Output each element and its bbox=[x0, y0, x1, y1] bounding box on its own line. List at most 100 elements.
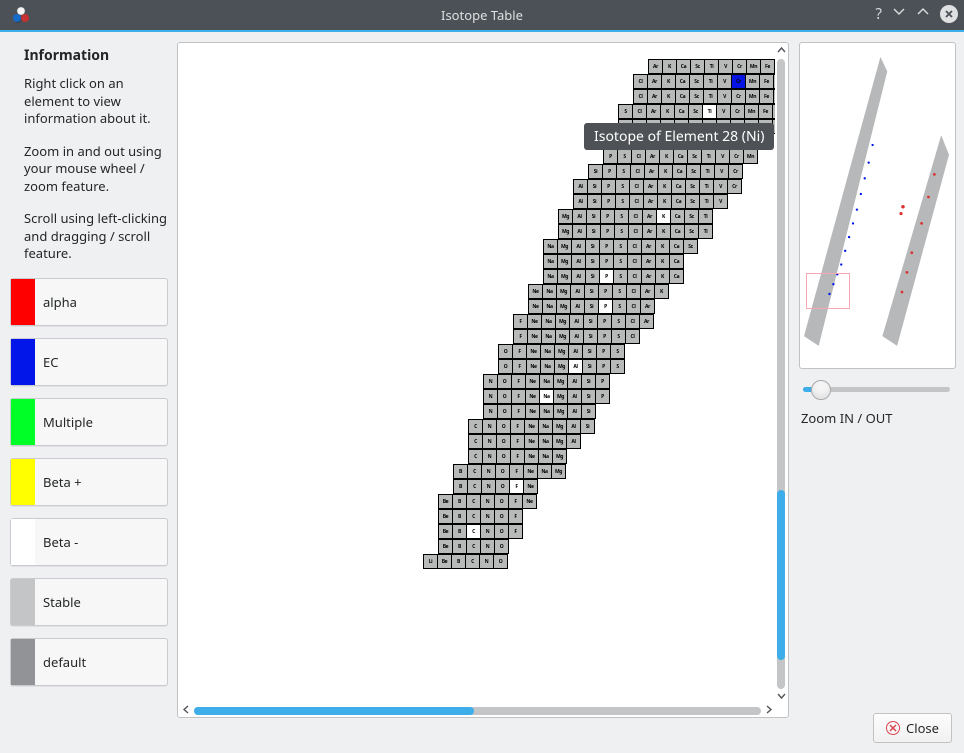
isotope-cell-P[interactable]: P bbox=[597, 314, 612, 329]
isotope-cell-K[interactable]: K bbox=[661, 89, 676, 104]
isotope-cell-Ar[interactable]: Ar bbox=[647, 74, 662, 89]
legend-alpha[interactable]: alpha bbox=[10, 278, 168, 326]
isotope-cell-Al[interactable]: Al bbox=[569, 329, 584, 344]
isotope-cell-Ca[interactable]: Ca bbox=[669, 269, 684, 284]
isotope-cell-Sc[interactable]: Sc bbox=[689, 89, 704, 104]
isotope-cell-Mg[interactable]: Mg bbox=[555, 329, 570, 344]
isotope-cell-Ar[interactable]: Ar bbox=[640, 299, 655, 314]
isotope-cell-Cl[interactable]: Cl bbox=[629, 179, 644, 194]
isotope-cell-S[interactable]: S bbox=[618, 104, 633, 119]
isotope-cell-Cl[interactable]: Cl bbox=[627, 239, 642, 254]
isotope-cell-O[interactable]: O bbox=[495, 479, 510, 494]
isotope-cell-F[interactable]: F bbox=[512, 359, 527, 374]
isotope-cell-N[interactable]: N bbox=[480, 494, 495, 509]
legend-beta-plus[interactable]: Beta + bbox=[10, 458, 168, 506]
isotope-cell-O[interactable]: O bbox=[496, 449, 511, 464]
legend-ec[interactable]: EC bbox=[10, 338, 168, 386]
isotope-cell-V[interactable]: V bbox=[718, 59, 733, 74]
isotope-cell-Si[interactable]: Si bbox=[588, 164, 603, 179]
isotope-cell-O[interactable]: O bbox=[493, 554, 508, 569]
isotope-cell-P[interactable]: P bbox=[598, 299, 613, 314]
isotope-cell-Ti[interactable]: Ti bbox=[698, 224, 713, 239]
isotope-cell-Ne[interactable]: Ne bbox=[526, 344, 541, 359]
isotope-cell-Be[interactable]: Be bbox=[438, 509, 453, 524]
isotope-cell-P[interactable]: P bbox=[596, 359, 611, 374]
legend-beta-minus[interactable]: Beta - bbox=[10, 518, 168, 566]
horizontal-scroll-thumb[interactable] bbox=[194, 707, 474, 715]
isotope-cell-Si[interactable]: Si bbox=[586, 224, 601, 239]
isotope-cell-Ar[interactable]: Ar bbox=[641, 254, 656, 269]
isotope-cell-Mn[interactable]: Mn bbox=[746, 59, 761, 74]
isotope-cell-Al[interactable]: Al bbox=[572, 209, 587, 224]
isotope-cell-Na[interactable]: Na bbox=[543, 269, 558, 284]
isotope-cell-K[interactable]: K bbox=[662, 59, 677, 74]
help-icon[interactable]: ? bbox=[875, 4, 882, 24]
isotope-cell-Ar[interactable]: Ar bbox=[644, 164, 659, 179]
isotope-cell-Ne[interactable]: Ne bbox=[528, 284, 543, 299]
isotope-cell-B[interactable]: B bbox=[452, 539, 467, 554]
isotope-cell-Na[interactable]: Na bbox=[539, 404, 554, 419]
isotope-cell-F[interactable]: F bbox=[512, 344, 527, 359]
isotope-cell-S[interactable]: S bbox=[611, 314, 626, 329]
isotope-cell-Ca[interactable]: Ca bbox=[669, 239, 684, 254]
isotope-cell-S[interactable]: S bbox=[610, 344, 625, 359]
isotope-cell-F[interactable]: F bbox=[508, 494, 523, 509]
isotope-cell-N[interactable]: N bbox=[480, 524, 495, 539]
isotope-cell-Cl[interactable]: Cl bbox=[625, 329, 640, 344]
isotope-cell-Si[interactable]: Si bbox=[580, 419, 595, 434]
isotope-cell-Ti[interactable]: Ti bbox=[704, 59, 719, 74]
isotope-cell-Sc[interactable]: Sc bbox=[690, 59, 705, 74]
isotope-cell-V[interactable]: V bbox=[717, 89, 732, 104]
scroll-down-icon[interactable] bbox=[775, 691, 788, 703]
isotope-cell-P[interactable]: P bbox=[601, 194, 616, 209]
isotope-cell-P[interactable]: P bbox=[602, 164, 617, 179]
isotope-cell-O[interactable]: O bbox=[497, 404, 512, 419]
close-button[interactable]: Close bbox=[873, 713, 952, 743]
isotope-cell-C[interactable]: C bbox=[466, 524, 481, 539]
isotope-cell-Mg[interactable]: Mg bbox=[557, 269, 572, 284]
isotope-cell-Al[interactable]: Al bbox=[571, 269, 586, 284]
isotope-cell-Al[interactable]: Al bbox=[566, 434, 581, 449]
scroll-up-icon[interactable] bbox=[775, 45, 788, 57]
isotope-cell-Sc[interactable]: Sc bbox=[685, 194, 700, 209]
overview-map[interactable] bbox=[799, 42, 956, 369]
isotope-cell-F[interactable]: F bbox=[510, 434, 525, 449]
isotope-cell-Cl[interactable]: Cl bbox=[633, 74, 648, 89]
isotope-cell-Si[interactable]: Si bbox=[583, 329, 598, 344]
isotope-cell-Al[interactable]: Al bbox=[568, 359, 583, 374]
isotope-cell-Na[interactable]: Na bbox=[541, 329, 556, 344]
isotope-cell-Na[interactable]: Na bbox=[542, 299, 557, 314]
isotope-cell-F[interactable]: F bbox=[510, 419, 525, 434]
isotope-cell-P[interactable]: P bbox=[598, 284, 613, 299]
isotope-cell-P[interactable]: P bbox=[599, 269, 614, 284]
vertical-scrollbar[interactable] bbox=[775, 45, 788, 703]
isotope-cell-Si[interactable]: Si bbox=[583, 314, 598, 329]
isotope-cell-Ar[interactable]: Ar bbox=[641, 239, 656, 254]
isotope-cell-S[interactable]: S bbox=[612, 284, 627, 299]
isotope-cell-Al[interactable]: Al bbox=[567, 374, 582, 389]
isotope-cell-Fe[interactable]: Fe bbox=[759, 74, 774, 89]
isotope-cell-Na[interactable]: Na bbox=[541, 314, 556, 329]
isotope-cell-Al[interactable]: Al bbox=[568, 344, 583, 359]
isotope-cell-K[interactable]: K bbox=[656, 224, 671, 239]
isotope-cell-Ca[interactable]: Ca bbox=[672, 164, 687, 179]
isotope-cell-Mg[interactable]: Mg bbox=[554, 359, 569, 374]
isotope-cell-O[interactable]: O bbox=[494, 539, 509, 554]
isotope-cell-Na[interactable]: Na bbox=[539, 374, 554, 389]
isotope-cell-Ar[interactable]: Ar bbox=[640, 284, 655, 299]
isotope-cell-Ne[interactable]: Ne bbox=[523, 464, 538, 479]
isotope-cell-F[interactable]: F bbox=[510, 449, 525, 464]
isotope-cell-B[interactable]: B bbox=[453, 479, 468, 494]
isotope-cell-F[interactable]: F bbox=[509, 479, 524, 494]
isotope-cell-C[interactable]: C bbox=[468, 449, 483, 464]
isotope-cell-N[interactable]: N bbox=[482, 419, 497, 434]
isotope-cell-Cr[interactable]: Cr bbox=[729, 149, 744, 164]
isotope-cell-S[interactable]: S bbox=[617, 149, 632, 164]
isotope-cell-Si[interactable]: Si bbox=[587, 194, 602, 209]
isotope-cell-S[interactable]: S bbox=[612, 299, 627, 314]
isotope-cell-P[interactable]: P bbox=[600, 209, 615, 224]
isotope-cell-S[interactable]: S bbox=[615, 194, 630, 209]
isotope-cell-Ne[interactable]: Ne bbox=[524, 434, 539, 449]
isotope-cell-O[interactable]: O bbox=[498, 344, 513, 359]
isotope-cell-P[interactable]: P bbox=[597, 329, 612, 344]
